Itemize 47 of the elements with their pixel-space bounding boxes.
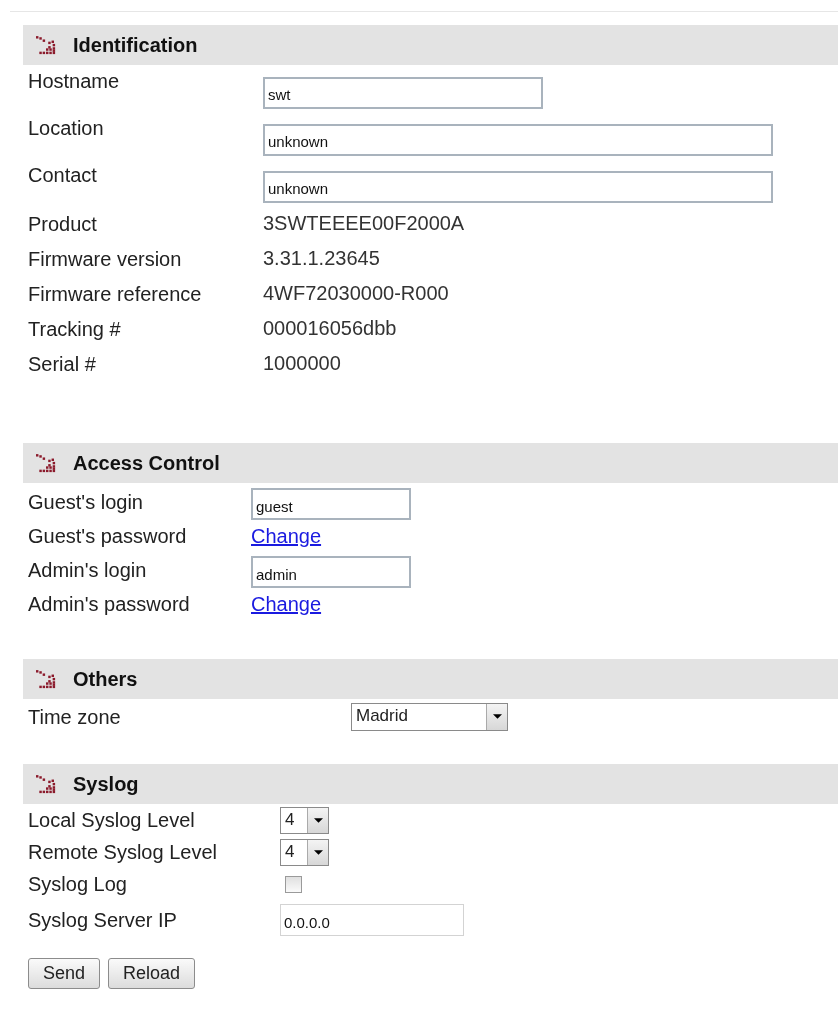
field-label: Syslog Server IP	[28, 908, 178, 932]
text-field[interactable]: unknown	[263, 123, 773, 156]
field-label: Tracking #	[28, 316, 122, 341]
text-field[interactable]: unknown	[263, 170, 773, 203]
value-text: 000016056dbb	[263, 317, 397, 340]
section-title: Access Control	[73, 451, 220, 475]
caret-icon	[492, 714, 502, 719]
field-label: Guest's password	[28, 524, 188, 548]
value-text: 3SWTEEEE00F2000A	[263, 212, 465, 235]
form-button[interactable]: Send	[28, 958, 101, 989]
field-label: Syslog Log	[28, 872, 128, 896]
field-label: Hostname	[28, 69, 121, 93]
section-title: Syslog	[73, 772, 139, 796]
field-label: Location	[28, 116, 105, 140]
field-label: Firmware reference	[28, 281, 203, 306]
dropdown[interactable]: 4	[280, 806, 329, 834]
dotted-stairs-icon	[34, 35, 58, 55]
text-field[interactable]: swt	[263, 76, 543, 109]
dotted-stairs-icon	[34, 669, 58, 689]
field-label: Firmware version	[28, 246, 183, 271]
change-link[interactable]: Change	[251, 524, 322, 548]
text-field[interactable]: admin	[251, 556, 411, 588]
form-button[interactable]: Reload	[108, 958, 196, 989]
value-text: 3.31.1.23645	[263, 247, 380, 270]
caret-icon	[313, 817, 323, 823]
field-label: Guest's login	[28, 490, 144, 514]
field-label: Time zone	[28, 704, 122, 729]
dropdown[interactable]: Madrid	[351, 702, 508, 731]
dropdown[interactable]: 4	[280, 838, 329, 866]
field-label: Remote Syslog Level	[28, 840, 218, 864]
value-text: 4WF72030000-R000	[263, 282, 449, 305]
value-text: 1000000	[263, 352, 341, 375]
field-label: Admin's login	[28, 558, 148, 582]
text-field[interactable]: 0.0.0.0	[280, 904, 464, 936]
checkbox[interactable]	[285, 875, 302, 893]
dotted-stairs-icon	[34, 774, 58, 794]
field-label: Serial #	[28, 351, 97, 376]
section-title: Others	[73, 667, 138, 691]
field-label: Local Syslog Level	[28, 808, 196, 832]
dotted-stairs-icon	[34, 453, 58, 473]
field-label: Contact	[28, 163, 98, 187]
text-field[interactable]: guest	[251, 488, 411, 520]
field-label: Product	[28, 211, 98, 236]
section-title: Identification	[73, 33, 198, 57]
caret-icon	[313, 849, 323, 855]
change-link[interactable]: Change	[251, 592, 322, 616]
field-label: Admin's password	[28, 592, 191, 616]
